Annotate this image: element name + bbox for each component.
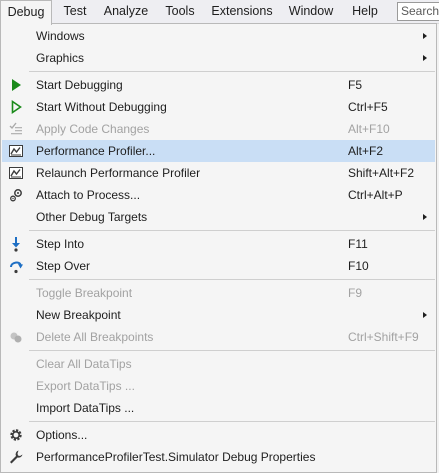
menu-item-relaunch-performance-profiler[interactable]: Relaunch Performance Profiler Shift+Alt+… — [2, 162, 435, 184]
delete-breakpoints-icon — [10, 332, 22, 343]
menu-item-clear-all-datatips[interactable]: Clear All DataTips — [2, 353, 435, 375]
wrench-icon — [10, 450, 23, 464]
menubar-window[interactable]: Window — [282, 0, 340, 23]
menu-item-shortcut: F11 — [348, 237, 368, 251]
menu-item-graphics[interactable]: Graphics — [2, 47, 435, 69]
menu-item-apply-code-changes[interactable]: Apply Code Changes Alt+F10 — [2, 118, 435, 140]
menu-item-import-datatips[interactable]: Import DataTips ... — [2, 397, 435, 419]
menubar-tools[interactable]: Tools — [157, 0, 203, 23]
menu-item-shortcut: F10 — [348, 259, 369, 273]
menu-item-new-breakpoint[interactable]: New Breakpoint — [2, 304, 435, 326]
debug-menu: Windows Graphics Start Debugging F5 Star… — [0, 23, 437, 473]
menu-item-other-debug-targets[interactable]: Other Debug Targets — [2, 206, 435, 228]
attach-icon — [10, 189, 22, 202]
play-icon — [12, 79, 21, 91]
menu-item-toggle-breakpoint[interactable]: Toggle Breakpoint F9 — [2, 282, 435, 304]
menu-item-label: Toggle Breakpoint — [36, 286, 133, 300]
menu-item-label: Relaunch Performance Profiler — [36, 166, 201, 180]
submenu-arrow-icon — [423, 312, 427, 318]
menu-item-label: Import DataTips ... — [36, 401, 135, 415]
menu-item-shortcut: Ctrl+F5 — [348, 100, 388, 114]
code-changes-icon — [9, 122, 22, 135]
submenu-arrow-icon — [423, 214, 427, 220]
menu-item-label: Start Debugging — [36, 78, 123, 92]
menu-item-shortcut: Alt+F10 — [348, 122, 390, 136]
menu-item-label: Start Without Debugging — [36, 100, 167, 114]
menu-item-label: New Breakpoint — [36, 308, 121, 322]
menubar-test[interactable]: Test — [55, 0, 95, 23]
menu-item-label: Options... — [36, 428, 88, 442]
menu-item-label: Other Debug Targets — [36, 210, 148, 224]
menu-item-label: Clear All DataTips — [36, 357, 132, 371]
menu-item-debug-properties[interactable]: PerformanceProfilerTest.Simulator Debug … — [2, 446, 435, 468]
menu-item-performance-profiler[interactable]: Performance Profiler... Alt+F2 — [2, 140, 435, 162]
menu-item-step-over[interactable]: Step Over F10 — [2, 255, 435, 277]
menu-item-label: PerformanceProfilerTest.Simulator Debug … — [36, 450, 316, 464]
menu-item-delete-all-breakpoints[interactable]: Delete All Breakpoints Ctrl+Shift+F9 — [2, 326, 435, 348]
step-over-icon — [10, 261, 23, 274]
menu-item-label: Performance Profiler... — [36, 144, 156, 158]
search-input[interactable]: Search — [397, 2, 439, 21]
menu-item-shortcut: F5 — [348, 78, 363, 92]
menu-item-step-into[interactable]: Step Into F11 — [2, 233, 435, 255]
menu-separator — [29, 421, 435, 422]
menu-item-label: Apply Code Changes — [36, 122, 150, 136]
menu-item-windows[interactable]: Windows — [2, 25, 435, 47]
menu-item-label: Graphics — [36, 51, 85, 65]
profiler-icon — [9, 167, 23, 179]
menu-separator — [29, 71, 435, 72]
menu-item-options[interactable]: Options... — [2, 424, 435, 446]
menu-item-shortcut: Alt+F2 — [348, 144, 384, 158]
submenu-arrow-icon — [423, 33, 427, 39]
menu-item-shortcut: F9 — [348, 286, 363, 300]
menu-item-label: Windows — [36, 29, 85, 43]
menu-item-start-without-debugging[interactable]: Start Without Debugging Ctrl+F5 — [2, 96, 435, 118]
menubar-analyze[interactable]: Analyze — [97, 0, 155, 23]
menu-item-label: Step Into — [36, 237, 85, 251]
menu-item-shortcut: Shift+Alt+F2 — [348, 166, 415, 180]
profiler-icon — [9, 145, 23, 157]
menu-item-label: Attach to Process... — [36, 188, 141, 202]
menu-item-label: Delete All Breakpoints — [36, 330, 154, 344]
menubar-debug[interactable]: Debug — [0, 0, 52, 25]
menu-separator — [29, 230, 435, 231]
menubar-help[interactable]: Help — [343, 0, 387, 23]
menu-item-attach-to-process[interactable]: Attach to Process... Ctrl+Alt+P — [2, 184, 435, 206]
menu-bar: Debug Test Analyze Tools Extensions Wind… — [0, 0, 439, 25]
menu-separator — [29, 350, 435, 351]
menu-item-label: Step Over — [36, 259, 91, 273]
play-outline-icon — [11, 99, 22, 115]
menu-separator — [29, 279, 435, 280]
menu-item-export-datatips[interactable]: Export DataTips ... — [2, 375, 435, 397]
submenu-arrow-icon — [423, 55, 427, 61]
step-into-icon — [12, 237, 20, 252]
menu-item-label: Export DataTips ... — [36, 379, 135, 393]
menu-item-start-debugging[interactable]: Start Debugging F5 — [2, 74, 435, 96]
menu-item-shortcut: Ctrl+Shift+F9 — [348, 330, 419, 344]
menubar-extensions[interactable]: Extensions — [205, 0, 279, 23]
menu-item-shortcut: Ctrl+Alt+P — [348, 188, 403, 202]
gear-icon — [10, 429, 22, 441]
